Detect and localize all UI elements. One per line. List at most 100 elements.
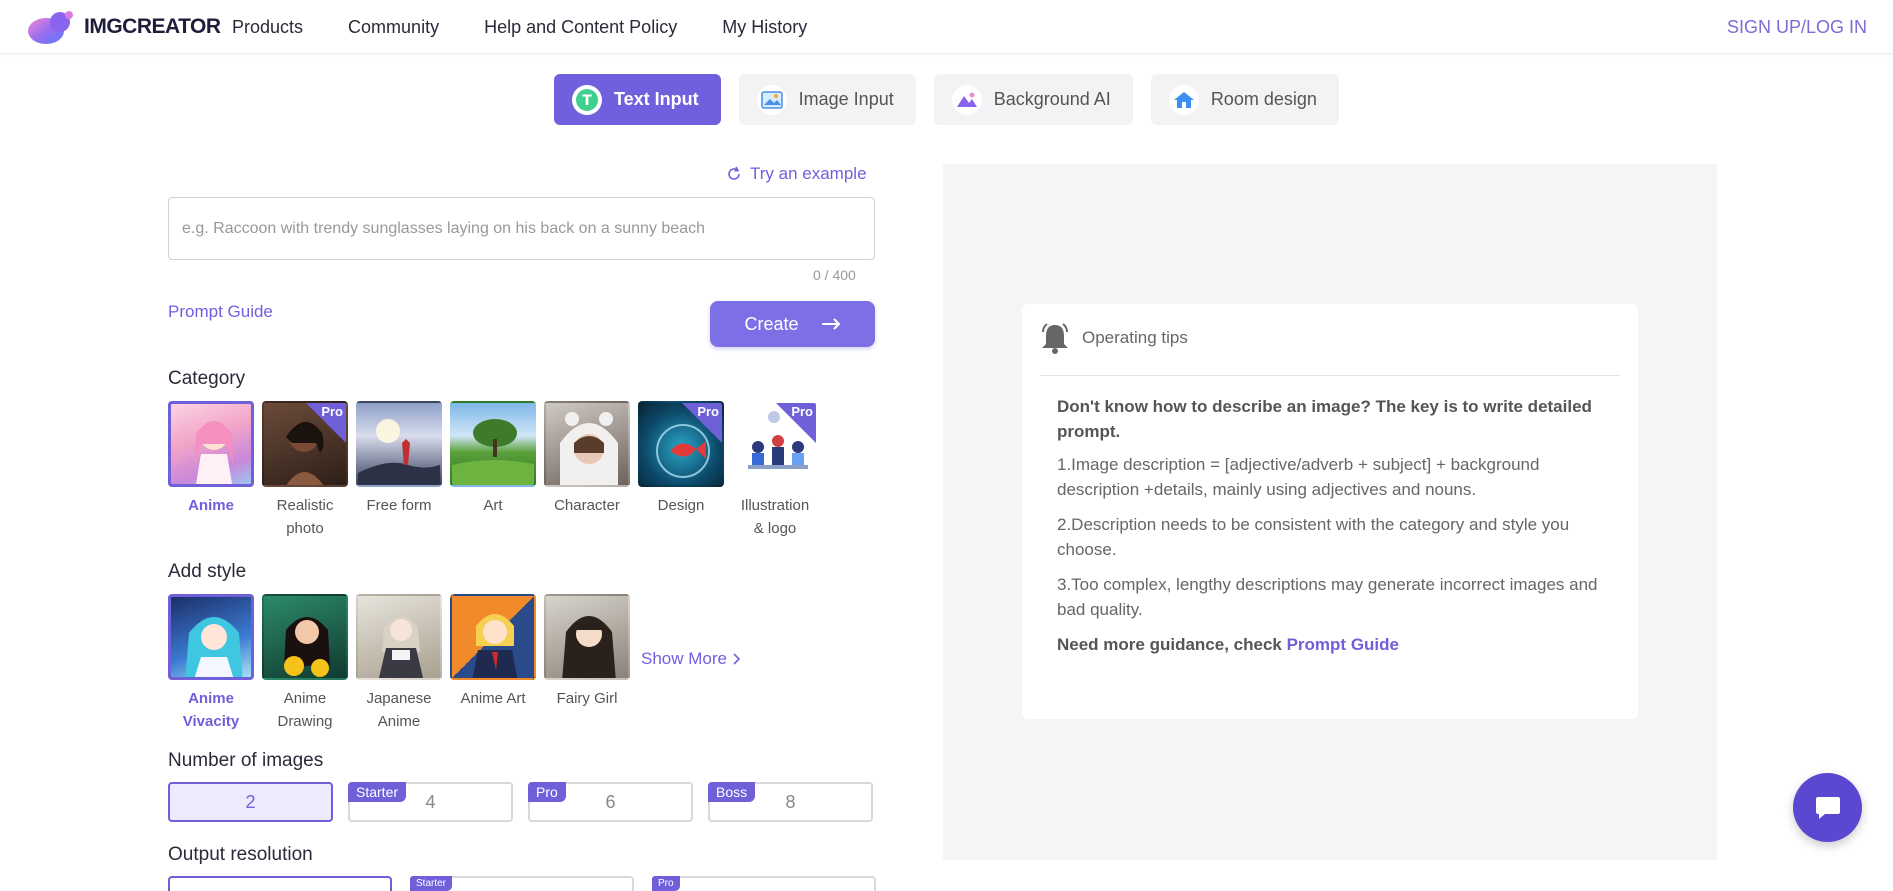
tab-room-design[interactable]: Room design [1150,74,1339,125]
category-design[interactable]: Pro Design [638,401,724,540]
category-label: Realistic photo [276,497,334,537]
show-more-label: Show More [641,649,727,668]
style-anime-art[interactable]: Anime Art [450,594,536,733]
tips-prompt-guide-link[interactable]: Prompt Guide [1287,635,1399,654]
tips-more: Need more guidance, check Prompt Guide [1057,632,1617,657]
resolution-option-3[interactable]: Pro [652,876,876,891]
try-example-link[interactable]: Try an example [726,164,867,184]
pro-label: Pro [697,404,719,419]
logo-text: IMGCREATOR [84,15,221,38]
category-label: Anime [188,497,234,514]
style-fairy-girl[interactable]: Fairy Girl [544,594,630,733]
category-art[interactable]: Art [450,401,536,540]
category-image [544,401,630,487]
tab-label: Image Input [798,89,894,109]
resolution-title: Output resolution [168,844,313,865]
top-header: IMGCREATOR Products Community Help and C… [0,0,1893,54]
tips-lead: Don't know how to describe an image? The… [1057,397,1592,441]
mode-tabs: T Text Input Image Input Background AI R… [554,74,1339,125]
nav-history[interactable]: My History [722,17,807,38]
category-realistic-photo[interactable]: Pro Realistic photo [262,401,348,540]
bell-icon [1042,323,1068,354]
category-label: Art [483,497,503,514]
style-japanese-anime[interactable]: Japanese Anime [356,594,442,733]
tab-text-input[interactable]: T Text Input [554,74,721,125]
style-image [450,594,536,680]
create-label: Create [744,313,799,334]
plan-badge: Pro [652,876,680,891]
style-image [356,594,442,680]
nav-help[interactable]: Help and Content Policy [484,17,677,38]
resolution-option-1[interactable] [168,876,392,891]
num-value: 6 [605,791,616,812]
category-label: Free form [366,497,432,514]
logo[interactable]: IMGCREATOR [26,9,221,45]
main-nav: Products Community Help and Content Poli… [232,0,807,54]
pro-label: Pro [791,404,813,419]
show-more-button[interactable]: Show More [641,649,741,669]
text-input-icon: T [572,84,602,115]
chat-bubble-icon [1815,796,1840,819]
pro-label: Pro [321,404,343,419]
tips-more-text: Need more guidance, check [1057,635,1287,654]
mountain-icon [951,84,982,115]
category-label: Character [554,497,620,514]
resolution-options: Starter Pro [168,876,876,891]
num-images-title: Number of images [168,750,324,771]
category-illustration-logo[interactable]: Pro Illustration & logo [732,401,818,540]
tab-label: Background AI [993,89,1111,109]
tips-point: 3.Too complex, lengthy descriptions may … [1057,575,1598,619]
resolution-option-2[interactable]: Starter [410,876,634,891]
tab-image-input[interactable]: Image Input [738,74,916,125]
num-option-2[interactable]: 2 [168,782,333,822]
num-option-4[interactable]: Starter 4 [348,782,513,822]
style-label: Anime Vivacity [182,690,240,730]
image-icon [756,84,787,115]
prompt-input[interactable] [168,197,875,260]
prompt-guide-link[interactable]: Prompt Guide [168,302,273,322]
tab-background-ai[interactable]: Background AI [933,74,1133,125]
tab-label: Room design [1210,89,1317,109]
tips-card: Operating tips Don't know how to describ… [1022,304,1638,719]
category-image: Pro [732,401,818,487]
try-example-label: Try an example [750,164,867,183]
tips-point: 2.Description needs to be consistent wit… [1057,515,1570,559]
category-free-form[interactable]: Free form [356,401,442,540]
plan-badge: Starter [410,876,453,891]
category-label: Design [657,497,705,514]
arrow-right-icon [821,318,840,330]
num-option-6[interactable]: Pro 6 [528,782,693,822]
style-list: Anime Vivacity Anime Drawing Japanese An… [168,594,630,733]
category-label: Illustration & logo [740,497,810,537]
style-image [168,594,254,680]
category-anime[interactable]: Anime [168,401,254,540]
divider [1040,375,1620,376]
style-label: Anime Art [460,690,526,707]
num-value: 8 [785,791,796,812]
style-label: Anime Drawing [277,690,333,730]
category-image: Pro [262,401,348,487]
category-title: Category [168,368,246,389]
tips-title: Operating tips [1082,328,1188,347]
style-anime-drawing[interactable]: Anime Drawing [262,594,348,733]
style-label: Fairy Girl [556,690,618,707]
tab-label: Text Input [614,89,699,109]
house-icon [1168,84,1199,115]
signup-login-link[interactable]: SIGN UP/LOG IN [1727,17,1867,38]
style-label: Japanese Anime [366,690,432,730]
create-button[interactable]: Create [710,301,875,347]
tips-header: Operating tips [1040,322,1188,354]
style-anime-vivacity[interactable]: Anime Vivacity [168,594,254,733]
plan-badge: Starter [348,782,407,802]
num-option-8[interactable]: Boss 8 [708,782,873,822]
refresh-icon [728,166,740,180]
category-image [356,401,442,487]
category-character[interactable]: Character [544,401,630,540]
chat-button[interactable] [1793,773,1862,842]
nav-products[interactable]: Products [232,17,303,38]
nav-community[interactable]: Community [348,17,439,38]
chevron-right-icon [733,653,741,665]
plan-badge: Boss [708,782,756,802]
logo-icon [28,11,73,44]
num-value: 4 [425,791,436,812]
